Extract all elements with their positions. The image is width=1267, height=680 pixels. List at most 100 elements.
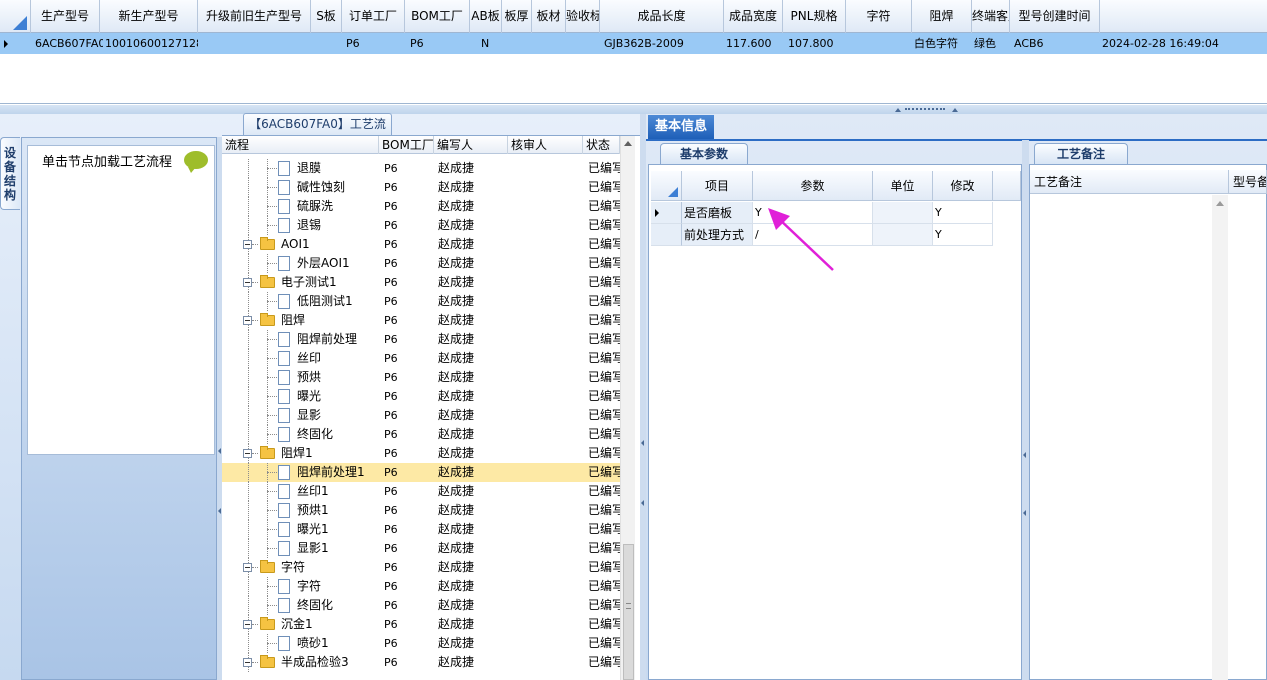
tree-node-label[interactable]: 字符: [281, 558, 305, 577]
notes-column-header[interactable]: 型号备: [1229, 170, 1267, 194]
tree-row[interactable]: 喷砂1 P6 赵成捷 已编写: [222, 634, 620, 653]
param-row-indicator[interactable]: [651, 202, 682, 224]
column-header[interactable]: 升级前旧生产型号: [198, 0, 311, 33]
tree-column-header[interactable]: 流程: [222, 136, 379, 154]
param-row-indicator[interactable]: [651, 224, 682, 246]
tree-row[interactable]: 丝印1 P6 赵成捷 已编写: [222, 482, 620, 501]
column-header[interactable]: BOM工厂: [405, 0, 470, 33]
horizontal-splitter[interactable]: [0, 105, 1267, 114]
grid-cell[interactable]: 2024-02-28 16:49:04: [1100, 33, 1267, 54]
tree-node-label[interactable]: AOI1: [281, 235, 310, 254]
splitter-up-arrow-icon[interactable]: [895, 108, 901, 112]
tab-device-structure[interactable]: 设备结构: [0, 137, 20, 210]
grid-cell[interactable]: N: [479, 33, 502, 54]
tree-column-header[interactable]: 核审人: [508, 136, 583, 154]
tree-row[interactable]: 退膜 P6 赵成捷 已编写: [222, 159, 620, 178]
tree-column-header[interactable]: 编写人: [434, 136, 508, 154]
tree-row[interactable]: 沉金1 P6 赵成捷 已编写: [222, 615, 620, 634]
tree-node-label[interactable]: 阻焊: [281, 311, 305, 330]
tree-node-label[interactable]: 碱性蚀刻: [297, 178, 345, 197]
tree-row[interactable]: 终固化 P6 赵成捷 已编写: [222, 425, 620, 444]
tree-node-label[interactable]: 喷砂1: [297, 634, 329, 653]
grid-cell[interactable]: [502, 33, 532, 54]
tree-node-label[interactable]: 阻焊前处理: [297, 330, 357, 349]
param-column-header[interactable]: 参数: [753, 171, 873, 201]
grid-cell[interactable]: ACB6: [1012, 33, 1100, 54]
tree-row[interactable]: 预烘1 P6 赵成捷 已编写: [222, 501, 620, 520]
column-header[interactable]: 生产型号: [31, 0, 100, 33]
grid-cell[interactable]: 117.600: [724, 33, 786, 54]
tree-row[interactable]: AOI1 P6 赵成捷 已编写: [222, 235, 620, 254]
column-header[interactable]: 新生产型号: [100, 0, 198, 33]
tree-node-label[interactable]: 丝印: [297, 349, 321, 368]
column-header[interactable]: 成品宽度: [724, 0, 783, 33]
tree-row[interactable]: 阻焊前处理 P6 赵成捷 已编写: [222, 330, 620, 349]
tree-row[interactable]: 预烘 P6 赵成捷 已编写: [222, 368, 620, 387]
splitter-grip[interactable]: [905, 108, 945, 111]
collapse-left-arrow-icon[interactable]: [1023, 510, 1026, 516]
grid-cell[interactable]: GJB362B-2009: [602, 33, 724, 54]
collapse-toggle-icon[interactable]: [243, 620, 252, 629]
navigation-tree-box[interactable]: [27, 145, 215, 455]
tree-node-label[interactable]: 阻焊前处理1: [297, 463, 365, 482]
collapse-toggle-icon[interactable]: [243, 658, 252, 667]
param-column-header[interactable]: 项目: [682, 171, 753, 201]
column-header[interactable]: PNL规格: [783, 0, 846, 33]
tree-node-label[interactable]: 沉金1: [281, 615, 313, 634]
tree-node-label[interactable]: 曝光: [297, 387, 321, 406]
tree-row[interactable]: 硫脲洗 P6 赵成捷 已编写: [222, 197, 620, 216]
column-header[interactable]: 验收标准: [566, 0, 600, 33]
tree-node-label[interactable]: 半成品检验3: [281, 653, 349, 672]
column-header[interactable]: 终端客户代码: [972, 0, 1010, 33]
tree-row[interactable]: 阻焊 P6 赵成捷 已编写: [222, 311, 620, 330]
column-header[interactable]: AB板: [470, 0, 502, 33]
tree-node-label[interactable]: 退膜: [297, 159, 321, 178]
tree-row[interactable]: 低阻测试1 P6 赵成捷 已编写: [222, 292, 620, 311]
tree-node-label[interactable]: 低阻测试1: [297, 292, 353, 311]
splitter-up-arrow-icon[interactable]: [952, 108, 958, 112]
params-grid-corner[interactable]: [651, 171, 682, 201]
tree-row[interactable]: 碱性蚀刻 P6 赵成捷 已编写: [222, 178, 620, 197]
tree-column-header[interactable]: BOM工厂: [379, 136, 434, 154]
param-column-header[interactable]: 单位: [873, 171, 933, 201]
collapse-left-arrow-icon[interactable]: [641, 500, 644, 506]
column-header[interactable]: 订单工厂: [342, 0, 405, 33]
tab-basic-info[interactable]: 基本信息: [648, 115, 714, 139]
scroll-thumb[interactable]: [623, 544, 634, 680]
column-header[interactable]: 字符: [846, 0, 912, 33]
notes-column-header[interactable]: 工艺备注: [1030, 170, 1229, 194]
grid-cell[interactable]: 6ACB607FA0: [33, 33, 103, 54]
grid-cell[interactable]: 107.800: [786, 33, 846, 54]
collapse-toggle-icon[interactable]: [243, 563, 252, 572]
column-header[interactable]: 成品长度: [600, 0, 724, 33]
tree-row[interactable]: 半成品检验3 P6 赵成捷 已编写: [222, 653, 620, 672]
column-header[interactable]: 阻焊: [912, 0, 972, 33]
grid-cell[interactable]: 白色字符: [912, 33, 972, 54]
collapse-toggle-icon[interactable]: [243, 278, 252, 287]
tree-node-label[interactable]: 电子测试1: [281, 273, 337, 292]
grid-cell[interactable]: 绿色: [972, 33, 1012, 54]
tree-node-label[interactable]: 阻焊1: [281, 444, 313, 463]
tab-process-notes[interactable]: 工艺备注: [1034, 143, 1128, 164]
scroll-up-arrow-icon[interactable]: [1216, 201, 1224, 206]
tree-row[interactable]: 显影 P6 赵成捷 已编写: [222, 406, 620, 425]
collapse-left-arrow-icon[interactable]: [218, 508, 221, 514]
grid-cell[interactable]: [311, 33, 344, 54]
tree-node-label[interactable]: 预烘: [297, 368, 321, 387]
grid-cell[interactable]: [532, 33, 602, 54]
tree-node-label[interactable]: 显影: [297, 406, 321, 425]
grid-cell[interactable]: 10010600127128: [103, 33, 198, 54]
tree-row[interactable]: 丝印 P6 赵成捷 已编写: [222, 349, 620, 368]
tree-column-header[interactable]: 状态: [583, 136, 620, 154]
vertical-splitter[interactable]: [1022, 140, 1029, 680]
tree-node-label[interactable]: 硫脲洗: [297, 197, 333, 216]
notes-scrollbar[interactable]: [1212, 195, 1228, 680]
tree-node-label[interactable]: 退锡: [297, 216, 321, 235]
tree-node-label[interactable]: 预烘1: [297, 501, 329, 520]
grid-corner[interactable]: [0, 0, 31, 33]
collapse-toggle-icon[interactable]: [243, 316, 252, 325]
tree-row[interactable]: 阻焊1 P6 赵成捷 已编写: [222, 444, 620, 463]
grid-cell[interactable]: [846, 33, 912, 54]
tree-node-label[interactable]: 曝光1: [297, 520, 329, 539]
column-header[interactable]: 板材: [532, 0, 566, 33]
